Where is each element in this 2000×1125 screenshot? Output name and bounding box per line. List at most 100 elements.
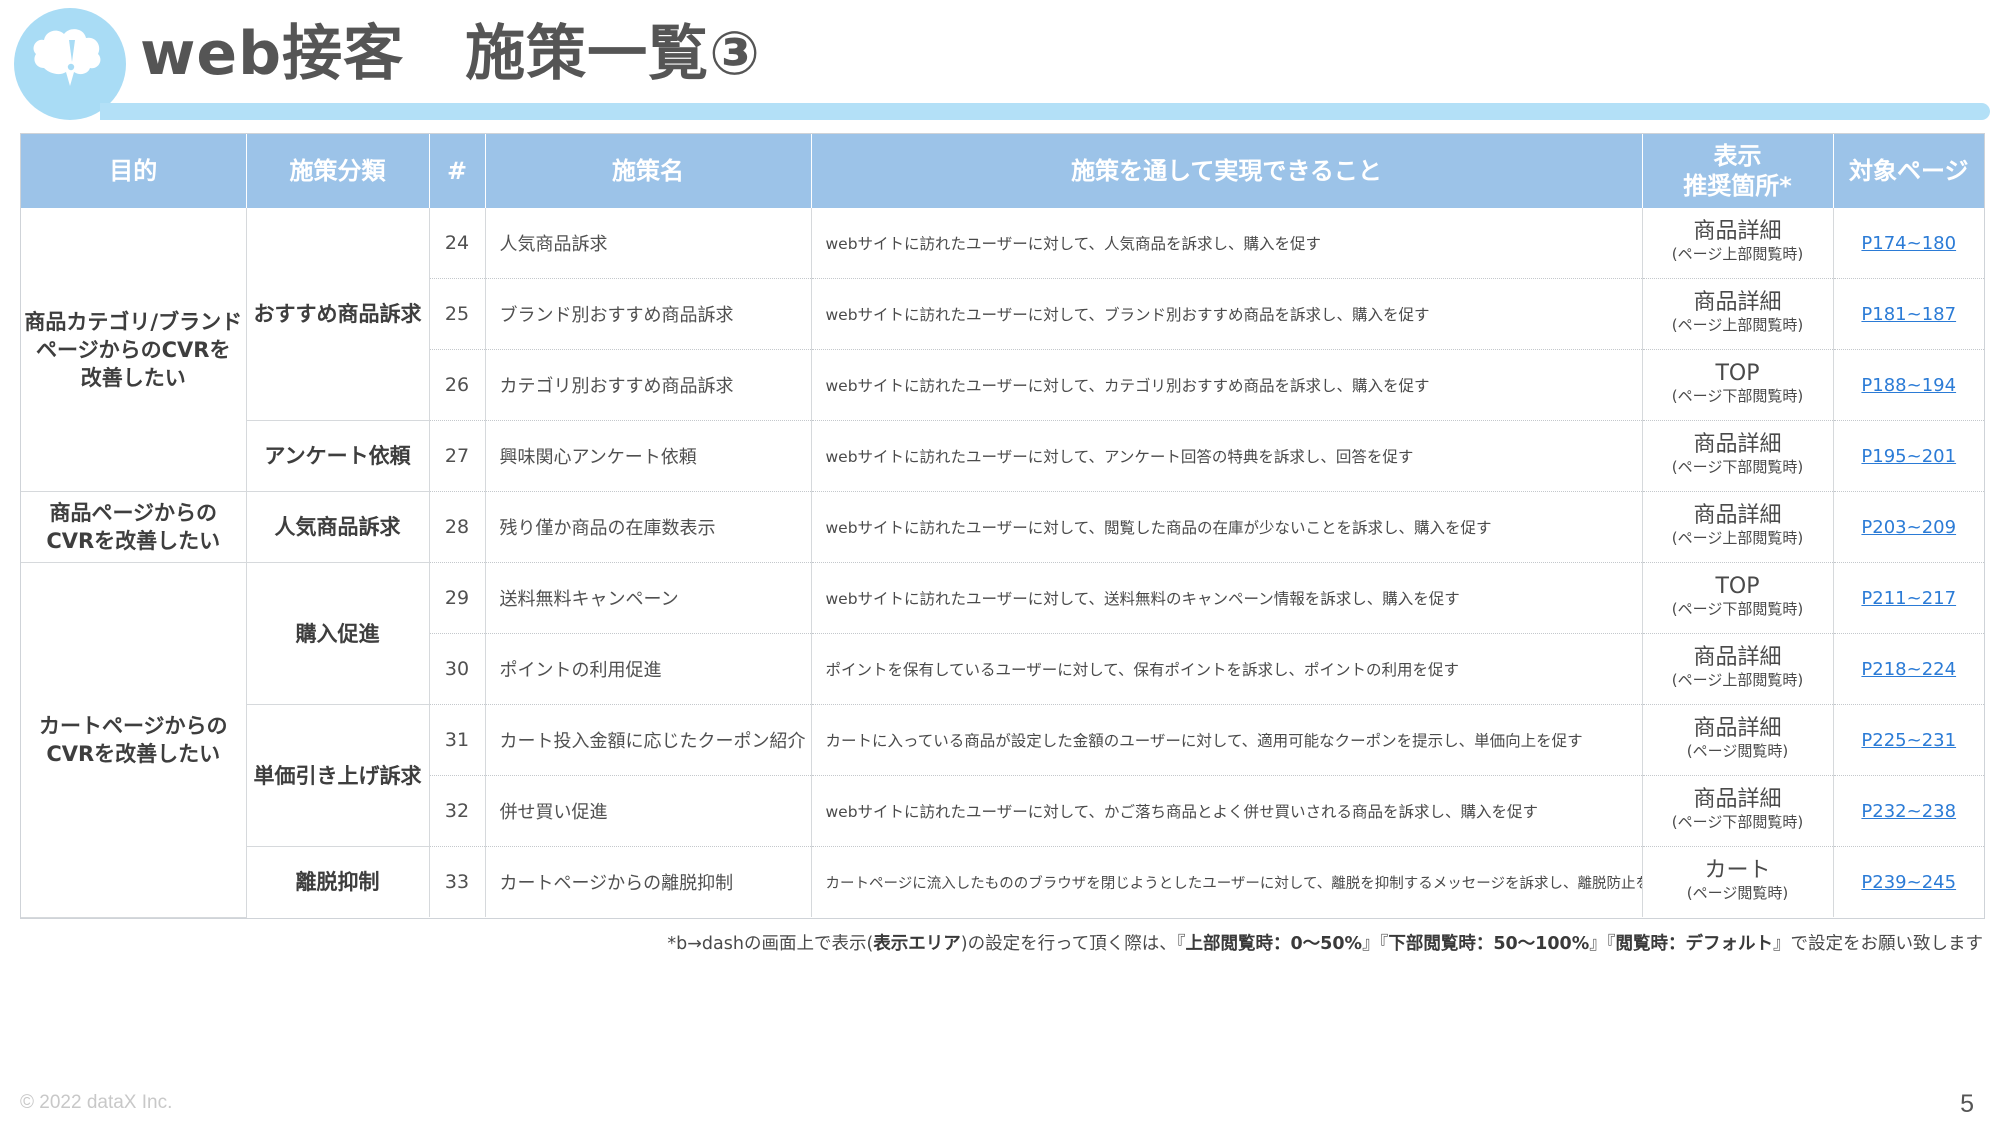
- target-page-cell: P232~238: [1833, 775, 1984, 847]
- measure-description: webサイトに訪れたユーザーに対して、カテゴリ別おすすめ商品を訴求し、購入を促す: [811, 349, 1643, 421]
- location-sub: (ページ上部閲覧時): [1671, 316, 1804, 334]
- target-page-link[interactable]: P239~245: [1861, 872, 1956, 893]
- target-page-cell: P174~180: [1833, 208, 1984, 279]
- display-location: 商品詳細 (ページ上部閲覧時): [1642, 208, 1834, 279]
- purpose-cell: 商品ページからの CVRを改善したい: [21, 491, 247, 563]
- table-header-row: 目的 施策分類 # 施策名 施策を通して実現できること 表示 推奨箇所* 対象ペ…: [21, 134, 1984, 208]
- target-page-link[interactable]: P211~217: [1861, 588, 1956, 609]
- measure-description: webサイトに訪れたユーザーに対して、閲覧した商品の在庫が少ないことを訴求し、購…: [811, 491, 1643, 563]
- title-underline: [100, 103, 1990, 120]
- column-header-purpose: 目的: [21, 134, 247, 208]
- location-main: 商品詳細: [1693, 219, 1782, 244]
- target-page-link[interactable]: P232~238: [1861, 801, 1956, 822]
- category-cell: 購入促進: [246, 562, 430, 705]
- measure-name: ポイントの利用促進: [485, 633, 812, 705]
- measure-name: 併せ買い促進: [485, 775, 812, 847]
- table-row: 離脱抑制 33 カートページからの離脱抑制 カートページに流入したもののブラウザ…: [21, 846, 1984, 917]
- page-number: 5: [1960, 1090, 1974, 1118]
- measure-description: カートページに流入したもののブラウザを閉じようとしたユーザーに対して、離脱を抑制…: [811, 846, 1643, 917]
- target-page-cell: P195~201: [1833, 420, 1984, 492]
- measure-number: 24: [429, 208, 486, 279]
- measure-name: カートページからの離脱抑制: [485, 846, 812, 917]
- display-location: 商品詳細 (ページ閲覧時): [1642, 704, 1834, 776]
- display-location: TOP (ページ下部閲覧時): [1642, 562, 1834, 634]
- target-page-cell: P188~194: [1833, 349, 1984, 421]
- column-header-number: #: [429, 134, 486, 208]
- location-sub: (ページ上部閲覧時): [1671, 529, 1804, 547]
- column-header-target-page: 対象ページ: [1833, 134, 1984, 208]
- target-page-cell: P225~231: [1833, 704, 1984, 776]
- measure-number: 31: [429, 704, 486, 776]
- location-main: TOP: [1715, 361, 1760, 386]
- target-page-cell: P203~209: [1833, 491, 1984, 563]
- footnote-text: *b→dashの画面上で表示(: [667, 934, 874, 954]
- purpose-cell: 商品カテゴリ/ブランド ページからのCVRを 改善したい: [21, 208, 247, 492]
- category-cell: 離脱抑制: [246, 846, 430, 917]
- column-header-display-location: 表示 推奨箇所*: [1642, 134, 1834, 208]
- target-page-link[interactable]: P218~224: [1861, 659, 1956, 680]
- location-main: 商品詳細: [1693, 503, 1782, 528]
- measure-description: webサイトに訪れたユーザーに対して、送料無料のキャンペーン情報を訴求し、購入を…: [811, 562, 1643, 634]
- location-sub: (ページ閲覧時): [1686, 884, 1789, 902]
- measure-description: webサイトに訪れたユーザーに対して、人気商品を訴求し、購入を促す: [811, 208, 1643, 279]
- table-row: 商品カテゴリ/ブランド ページからのCVRを 改善したい おすすめ商品訴求 24…: [21, 208, 1984, 492]
- footnote: *b→dashの画面上で表示(表示エリア)の設定を行って頂く際は、『上部閲覧時：…: [667, 930, 1983, 955]
- location-sub: (ページ上部閲覧時): [1671, 671, 1804, 689]
- display-location: 商品詳細 (ページ下部閲覧時): [1642, 775, 1834, 847]
- display-location: 商品詳細 (ページ上部閲覧時): [1642, 491, 1834, 563]
- measure-number: 30: [429, 633, 486, 705]
- measure-name: 人気商品訴求: [485, 208, 812, 279]
- target-page-cell: P181~187: [1833, 278, 1984, 350]
- footnote-bold: 表示エリア: [873, 934, 961, 954]
- target-page-link[interactable]: P181~187: [1861, 304, 1956, 325]
- footnote-text: 』『: [1589, 934, 1616, 954]
- footnote-bold: 閲覧時：デフォルト: [1615, 934, 1774, 954]
- footnote-bold: 上部閲覧時：0〜50%: [1185, 934, 1363, 954]
- target-page-link[interactable]: P188~194: [1861, 375, 1956, 396]
- measures-table: 目的 施策分類 # 施策名 施策を通して実現できること 表示 推奨箇所* 対象ペ…: [20, 133, 1985, 919]
- measure-name: 残り僅か商品の在庫数表示: [485, 491, 812, 563]
- display-location: 商品詳細 (ページ下部閲覧時): [1642, 420, 1834, 492]
- category-cell: 単価引き上げ訴求: [246, 704, 430, 847]
- footnote-text: 』で設定をお願い致します: [1773, 934, 1983, 954]
- column-header-category: 施策分類: [246, 134, 430, 208]
- measure-description: カートに入っている商品が設定した金額のユーザーに対して、適用可能なクーポンを提示…: [811, 704, 1643, 776]
- target-page-cell: P218~224: [1833, 633, 1984, 705]
- page-title: web接客 施策一覧③: [140, 19, 761, 89]
- location-main: カート: [1704, 858, 1771, 883]
- location-main: 商品詳細: [1693, 290, 1782, 315]
- target-page-link[interactable]: P203~209: [1861, 517, 1956, 538]
- measure-description: ポイントを保有しているユーザーに対して、保有ポイントを訴求し、ポイントの利用を促…: [811, 633, 1643, 705]
- category-cell: 人気商品訴求: [246, 491, 430, 563]
- target-page-link[interactable]: P225~231: [1861, 730, 1956, 751]
- location-main: 商品詳細: [1693, 787, 1782, 812]
- location-sub: (ページ上部閲覧時): [1671, 245, 1804, 263]
- column-header-measure-name: 施策名: [485, 134, 812, 208]
- measure-name: カテゴリ別おすすめ商品訴求: [485, 349, 812, 421]
- table-row: 商品ページからの CVRを改善したい 人気商品訴求 28 残り僅か商品の在庫数表…: [21, 491, 1984, 563]
- target-page-link[interactable]: P195~201: [1861, 446, 1956, 467]
- copyright: © 2022 dataX Inc.: [20, 1092, 173, 1113]
- table-row: 単価引き上げ訴求 31 カート投入金額に応じたクーポン紹介 カートに入っている商…: [21, 704, 1984, 847]
- column-header-description: 施策を通して実現できること: [811, 134, 1643, 208]
- location-sub: (ページ閲覧時): [1686, 742, 1789, 760]
- measure-number: 33: [429, 846, 486, 917]
- measure-number: 25: [429, 278, 486, 350]
- display-location: 商品詳細 (ページ上部閲覧時): [1642, 278, 1834, 350]
- measure-description: webサイトに訪れたユーザーに対して、アンケート回答の特典を訴求し、回答を促す: [811, 420, 1643, 492]
- target-page-link[interactable]: P174~180: [1861, 233, 1956, 254]
- display-location: 商品詳細 (ページ上部閲覧時): [1642, 633, 1834, 705]
- location-main: 商品詳細: [1693, 645, 1782, 670]
- category-cell: アンケート依頼: [246, 420, 430, 492]
- measure-name: カート投入金額に応じたクーポン紹介: [485, 704, 812, 776]
- location-sub: (ページ下部閲覧時): [1671, 813, 1804, 831]
- target-page-cell: P211~217: [1833, 562, 1984, 634]
- measure-number: 32: [429, 775, 486, 847]
- footnote-bold: 下部閲覧時：50〜100%: [1388, 934, 1590, 954]
- location-sub: (ページ下部閲覧時): [1671, 458, 1804, 476]
- display-location: TOP (ページ下部閲覧時): [1642, 349, 1834, 421]
- measure-name: ブランド別おすすめ商品訴求: [485, 278, 812, 350]
- measure-description: webサイトに訪れたユーザーに対して、ブランド別おすすめ商品を訴求し、購入を促す: [811, 278, 1643, 350]
- category-cell: おすすめ商品訴求: [246, 208, 430, 421]
- purpose-cell: カートページからの CVRを改善したい: [21, 562, 247, 918]
